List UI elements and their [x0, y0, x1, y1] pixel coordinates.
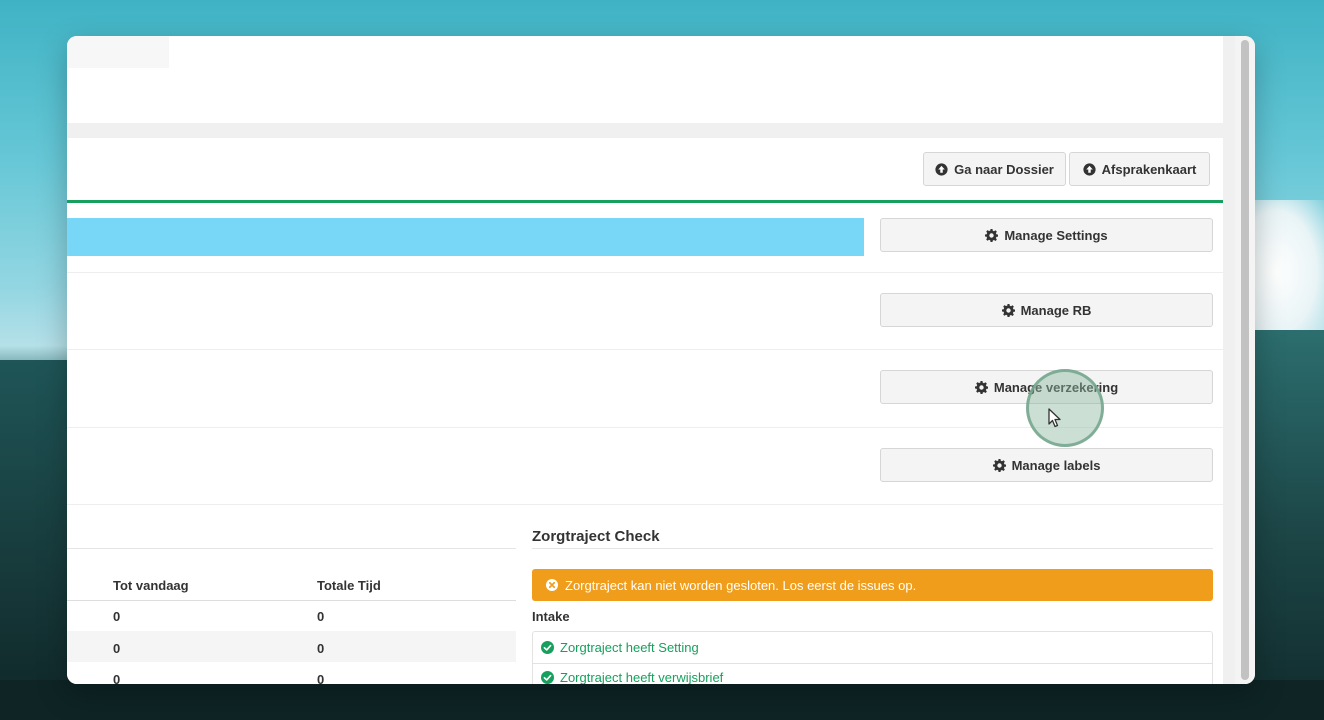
table-row-stripe [67, 631, 516, 662]
progress-bar [67, 218, 864, 256]
click-indicator [1026, 369, 1104, 447]
table-cell: 0 [317, 609, 325, 624]
manage-labels-label: Manage labels [1011, 457, 1101, 473]
zorgtraject-alert: Zorgtraject kan niet worden gesloten. Lo… [532, 569, 1213, 601]
scrollbar-thumb[interactable] [1241, 40, 1249, 680]
check-item[interactable]: Zorgtraject heeft verwijsbrief [541, 670, 723, 684]
afsprakenkaart-label: Afsprakenkaart [1101, 161, 1197, 177]
top-panel [67, 36, 1223, 123]
go-to-dossier-label: Ga naar Dossier [954, 161, 1054, 177]
gear-icon [985, 228, 999, 242]
background-ground [0, 680, 1324, 720]
intake-label: Intake [532, 609, 570, 624]
go-to-dossier-button[interactable]: Ga naar Dossier [923, 152, 1066, 186]
afsprakenkaart-button[interactable]: Afsprakenkaart [1069, 152, 1210, 186]
mouse-cursor-icon [1048, 408, 1062, 428]
check-circle-icon [541, 641, 554, 654]
manage-labels-button[interactable]: Manage labels [880, 448, 1213, 482]
table-cell: 0 [113, 641, 121, 656]
table-header-divider [67, 600, 516, 601]
manage-settings-label: Manage Settings [1004, 227, 1108, 243]
arrow-circle-up-icon [935, 162, 948, 176]
manage-settings-button[interactable]: Manage Settings [880, 218, 1213, 252]
row-divider [67, 349, 1223, 350]
gear-icon [974, 380, 988, 394]
check-item[interactable]: Zorgtraject heeft Setting [541, 640, 699, 655]
table-top-divider [67, 548, 516, 549]
check-item-divider [533, 663, 1212, 664]
intake-check-list: Zorgtraject heeft Setting Zorgtraject he… [532, 631, 1213, 684]
check-item-label: Zorgtraject heeft verwijsbrief [560, 670, 724, 684]
zorgtraject-divider [532, 548, 1213, 549]
table-cell: 0 [113, 672, 121, 684]
table-header-totale-tijd: Totale Tijd [317, 578, 381, 593]
times-circle-icon [546, 579, 558, 591]
table-header-tot-vandaag: Tot vandaag [113, 578, 189, 593]
manage-rb-label: Manage RB [1020, 302, 1092, 318]
manage-rb-button[interactable]: Manage RB [880, 293, 1213, 327]
table-cell: 0 [317, 672, 325, 684]
check-item-label: Zorgtraject heeft Setting [560, 640, 699, 655]
header-accent-line [67, 200, 1223, 203]
check-circle-icon [541, 671, 554, 684]
row-divider [67, 272, 1223, 273]
table-cell: 0 [113, 609, 121, 624]
row-divider [67, 504, 1223, 505]
arrow-circle-up-icon [1083, 162, 1096, 176]
table-cell: 0 [317, 641, 325, 656]
gear-icon [1001, 303, 1015, 317]
gear-icon [992, 458, 1006, 472]
zorgtraject-title: Zorgtraject Check [532, 528, 660, 545]
zorgtraject-alert-text: Zorgtraject kan niet worden gesloten. Lo… [565, 577, 917, 593]
browser-window: Ga naar Dossier Afsprakenkaart Manage Se… [67, 36, 1255, 684]
top-panel-tab [67, 36, 169, 68]
